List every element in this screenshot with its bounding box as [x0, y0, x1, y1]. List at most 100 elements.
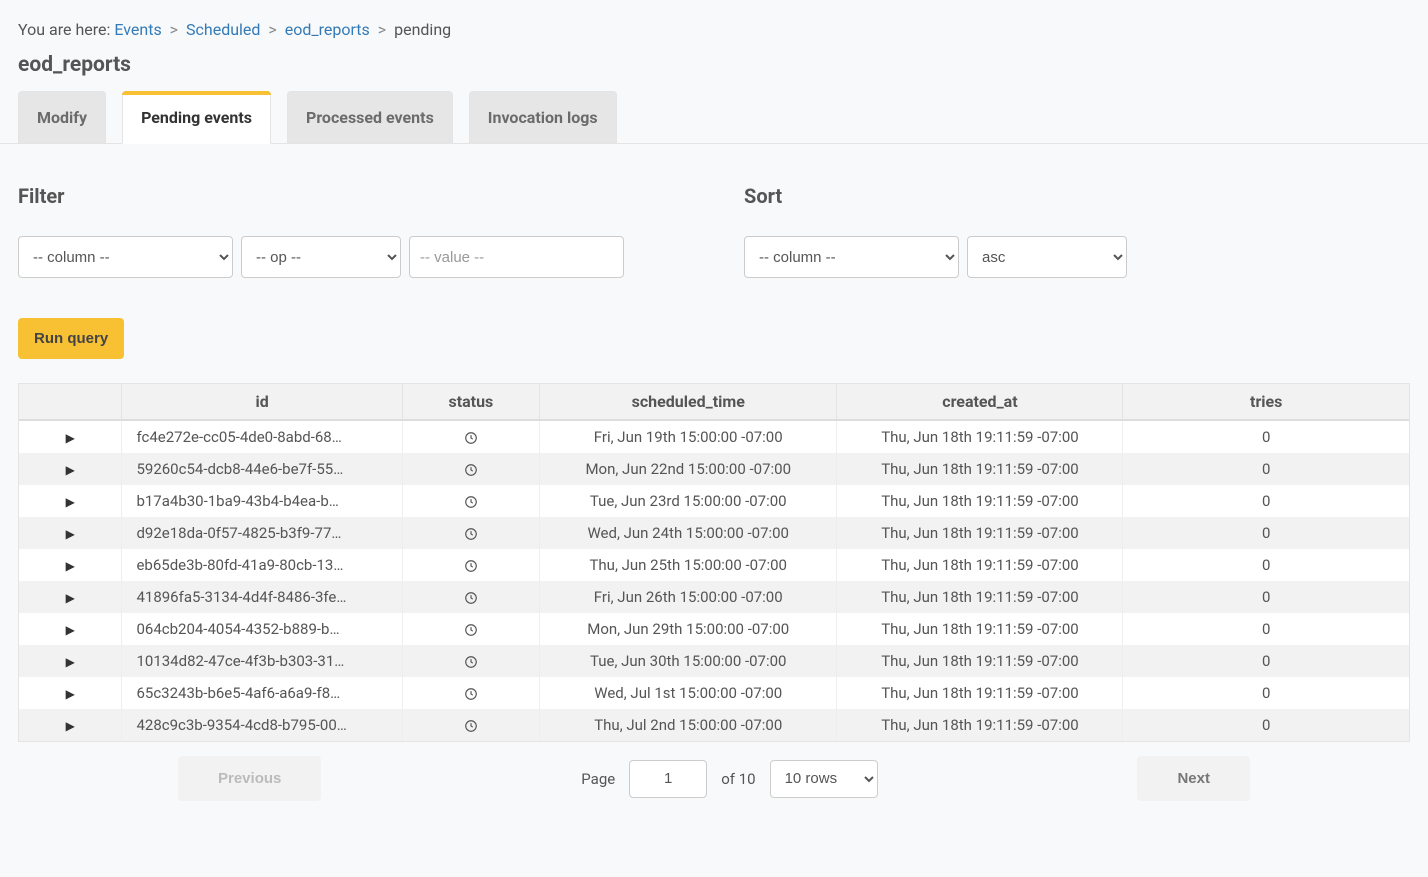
breadcrumb-link-events[interactable]: Events	[114, 20, 161, 39]
filter-heading: Filter	[18, 184, 684, 208]
table-row: ▶ fc4e272e-cc05-4de0-8abd-68… Fri, Jun 19t…	[19, 420, 1409, 453]
cell-id: 428c9c3b-9354-4cd8-b795-00…	[122, 709, 402, 741]
col-header-id: id	[122, 384, 402, 420]
page-number-input[interactable]	[629, 760, 707, 798]
tab-invocation-logs[interactable]: Invocation logs	[469, 91, 617, 143]
cell-id: fc4e272e-cc05-4de0-8abd-68…	[122, 420, 402, 453]
cell-id: d92e18da-0f57-4825-b3f9-77…	[122, 517, 402, 549]
table-row: ▶ 10134d82-47ce-4f3b-b303-31… Tue, Jun 30t…	[19, 645, 1409, 677]
chevron-right-icon: >	[378, 20, 386, 39]
table-row: ▶b17a4b30-1ba9-43b4-b4ea-b…Tue, Jun 23rd…	[19, 485, 1409, 517]
breadcrumb-link-eod-reports[interactable]: eod_reports	[285, 20, 370, 39]
sort-column-select[interactable]: -- column --	[744, 236, 959, 278]
filter-section: Filter -- column -- -- op --	[18, 184, 684, 278]
cell-scheduled-time: Tue, Jun 30th 15:00:00 -07:00	[540, 645, 837, 677]
clock-icon	[464, 556, 478, 574]
expand-row-icon[interactable]: ▶	[66, 527, 75, 541]
col-header-scheduled-time: scheduled_time	[540, 384, 837, 420]
cell-created-at: Thu, Jun 18th 19:11:59 -07:00	[837, 549, 1123, 581]
expand-row-icon[interactable]: ▶	[66, 431, 75, 445]
filter-value-input[interactable]	[409, 236, 624, 278]
filter-op-select[interactable]: -- op --	[241, 236, 401, 278]
tab-processed-events[interactable]: Processed events	[287, 91, 453, 143]
cell-id: 10134d82-47ce-4f3b-b303-31…	[122, 645, 402, 677]
cell-scheduled-time: Fri, Jun 19th 15:00:00 -07:00	[540, 420, 837, 453]
cell-tries: 0	[1123, 485, 1409, 517]
expand-row-icon[interactable]: ▶	[66, 463, 75, 477]
cell-scheduled-time: Wed, Jul 1st 15:00:00 -07:00	[540, 677, 837, 709]
col-header-expand	[19, 384, 122, 420]
cell-scheduled-time: Tue, Jun 23rd 15:00:00 -07:00	[540, 485, 837, 517]
breadcrumb: You are here: Events > Scheduled > eod_r…	[0, 0, 1428, 53]
clock-icon	[464, 716, 478, 734]
cell-created-at: Thu, Jun 18th 19:11:59 -07:00	[837, 420, 1123, 453]
tab-modify[interactable]: Modify	[18, 91, 106, 143]
table-row: ▶65c3243b-b6e5-4af6-a6a9-f8…Wed, Jul 1st…	[19, 677, 1409, 709]
col-header-created-at: created_at	[837, 384, 1123, 420]
previous-button[interactable]: Previous	[178, 756, 321, 801]
table-row: ▶ d92e18da-0f57-4825-b3f9-77… Wed, Jun 24t…	[19, 517, 1409, 549]
filter-column-select[interactable]: -- column --	[18, 236, 233, 278]
cell-scheduled-time: Wed, Jun 24th 15:00:00 -07:00	[540, 517, 837, 549]
cell-tries: 0	[1123, 709, 1409, 741]
run-query-button[interactable]: Run query	[18, 318, 124, 359]
breadcrumb-link-scheduled[interactable]: Scheduled	[186, 20, 260, 39]
cell-created-at: Thu, Jun 18th 19:11:59 -07:00	[837, 485, 1123, 517]
expand-row-icon[interactable]: ▶	[66, 719, 75, 733]
expand-row-icon[interactable]: ▶	[66, 623, 75, 637]
breadcrumb-current: pending	[394, 20, 451, 39]
cell-created-at: Thu, Jun 18th 19:11:59 -07:00	[837, 453, 1123, 485]
cell-tries: 0	[1123, 549, 1409, 581]
expand-row-icon[interactable]: ▶	[66, 495, 75, 509]
cell-id: 59260c54-dcb8-44e6-be7f-55…	[122, 453, 402, 485]
chevron-right-icon: >	[170, 20, 178, 39]
sort-direction-select[interactable]: asc	[967, 236, 1127, 278]
cell-created-at: Thu, Jun 18th 19:11:59 -07:00	[837, 645, 1123, 677]
clock-icon	[464, 652, 478, 670]
cell-scheduled-time: Fri, Jun 26th 15:00:00 -07:00	[540, 581, 837, 613]
expand-row-icon[interactable]: ▶	[66, 687, 75, 701]
cell-tries: 0	[1123, 517, 1409, 549]
table-row: ▶ eb65de3b-80fd-41a9-80cb-13… Thu, Jun 25t…	[19, 549, 1409, 581]
pagination: Previous Page of 10 10 rows Next	[18, 742, 1410, 801]
cell-tries: 0	[1123, 645, 1409, 677]
expand-row-icon[interactable]: ▶	[66, 591, 75, 605]
tabs: Modify Pending events Processed events Invo…	[0, 91, 1428, 144]
chevron-right-icon: >	[268, 20, 276, 39]
page-label: Page	[581, 770, 615, 788]
cell-tries: 0	[1123, 453, 1409, 485]
sort-heading: Sort	[744, 184, 1410, 208]
cell-created-at: Thu, Jun 18th 19:11:59 -07:00	[837, 677, 1123, 709]
cell-created-at: Thu, Jun 18th 19:11:59 -07:00	[837, 613, 1123, 645]
cell-scheduled-time: Mon, Jun 22nd 15:00:00 -07:00	[540, 453, 837, 485]
cell-scheduled-time: Thu, Jul 2nd 15:00:00 -07:00	[540, 709, 837, 741]
table-row: ▶ 428c9c3b-9354-4cd8-b795-00… Thu, Jul 2nd…	[19, 709, 1409, 741]
next-button[interactable]: Next	[1137, 756, 1250, 801]
cell-scheduled-time: Thu, Jun 25th 15:00:00 -07:00	[540, 549, 837, 581]
col-header-status: status	[402, 384, 539, 420]
cell-scheduled-time: Mon, Jun 29th 15:00:00 -07:00	[540, 613, 837, 645]
cell-tries: 0	[1123, 677, 1409, 709]
cell-tries: 0	[1123, 581, 1409, 613]
clock-icon	[464, 588, 478, 606]
page-of-label: of 10	[721, 770, 755, 788]
table-row: ▶ 59260c54-dcb8-44e6-be7f-55… Mon, Jun 22n…	[19, 453, 1409, 485]
cell-created-at: Thu, Jun 18th 19:11:59 -07:00	[837, 581, 1123, 613]
tab-pending-events[interactable]: Pending events	[122, 91, 271, 144]
table-row: ▶ 41896fa5-3134-4d4f-8486-3fe… Fri, Jun 26…	[19, 581, 1409, 613]
sort-section: Sort -- column -- asc	[744, 184, 1410, 278]
cell-tries: 0	[1123, 613, 1409, 645]
cell-created-at: Thu, Jun 18th 19:11:59 -07:00	[837, 517, 1123, 549]
events-table: id status scheduled_time created_at trie…	[18, 383, 1410, 742]
table-row: ▶ 064cb204-4054-4352-b889-b… Mon, Jun 29th…	[19, 613, 1409, 645]
clock-icon	[464, 492, 478, 510]
expand-row-icon[interactable]: ▶	[66, 655, 75, 669]
page-title: eod_reports	[0, 53, 1428, 91]
cell-id: 41896fa5-3134-4d4f-8486-3fe…	[122, 581, 402, 613]
rows-per-page-select[interactable]: 10 rows	[770, 760, 878, 798]
cell-id: 064cb204-4054-4352-b889-b…	[122, 613, 402, 645]
clock-icon	[464, 460, 478, 478]
breadcrumb-prefix: You are here:	[18, 20, 110, 39]
cell-id: eb65de3b-80fd-41a9-80cb-13…	[122, 549, 402, 581]
expand-row-icon[interactable]: ▶	[66, 559, 75, 573]
